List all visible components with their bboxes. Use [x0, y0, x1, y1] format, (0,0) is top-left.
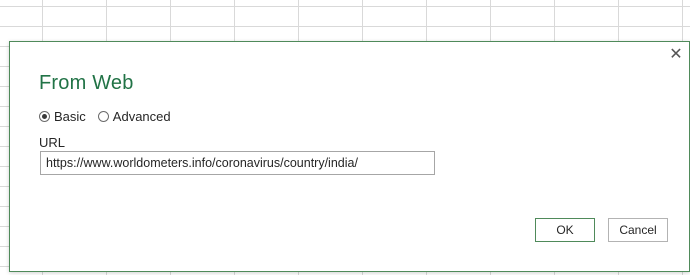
radio-unselected-icon [97, 110, 109, 122]
url-label: URL [39, 135, 66, 150]
ok-button[interactable]: OK [535, 218, 595, 242]
basic-radio-label: Basic [54, 108, 86, 124]
close-icon[interactable]: ✕ [667, 46, 685, 64]
cancel-button[interactable]: Cancel [608, 218, 668, 242]
url-input[interactable] [40, 151, 435, 175]
advanced-radio-label: Advanced [112, 108, 171, 124]
advanced-radio[interactable]: Advanced [97, 108, 171, 124]
dialog-title: From Web [39, 72, 134, 94]
from-web-dialog: ✕ From Web Basic Advanced URL OK Cancel [9, 41, 690, 272]
basic-radio[interactable]: Basic [39, 109, 86, 124]
mode-radio-group: Basic Advanced [39, 108, 171, 124]
radio-selected-icon [39, 110, 50, 122]
